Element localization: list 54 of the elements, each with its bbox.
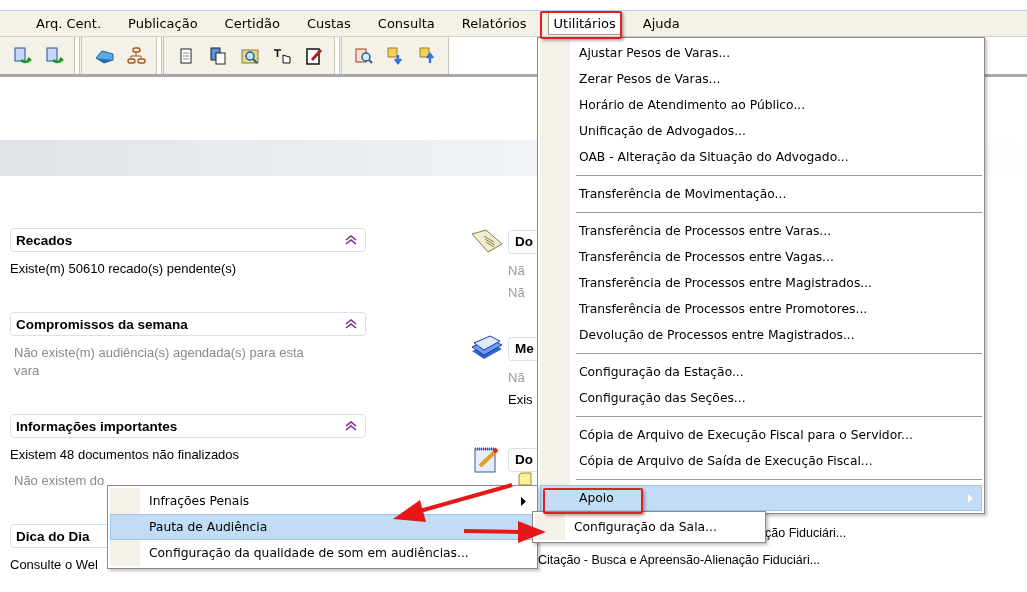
submenu-arrow-icon bbox=[521, 496, 526, 506]
panel-text: Existem 48 documentos não finalizados bbox=[10, 446, 240, 464]
menu-item[interactable]: Transferência de Processos entre Magistrados... bbox=[540, 270, 982, 296]
menu-bar-item[interactable]: Ajuda bbox=[636, 12, 686, 35]
menu-text: Citação - Busca e Apreensão-Alienação Fiduciári... bbox=[538, 553, 821, 567]
panel-title: Informações importantes bbox=[16, 418, 178, 434]
menu-item[interactable]: Unificação de Advogados... bbox=[540, 118, 982, 144]
menu-item[interactable]: Configuração da Estação... bbox=[540, 359, 982, 385]
menu-item[interactable]: Pauta de Audiência bbox=[110, 514, 535, 540]
menu-item[interactable]: Infrações Penais bbox=[110, 488, 535, 514]
menu-item[interactable]: Configuração da qualidade de som em audiências... bbox=[110, 540, 535, 566]
menu-item[interactable]: Horário de Atendimento ao Público... bbox=[540, 92, 982, 118]
menu-item[interactable]: Zerar Pesos de Varas... bbox=[540, 66, 982, 92]
menu-bar-item[interactable]: Utilitários bbox=[547, 12, 622, 35]
menu-item[interactable]: Configuração da Sala... bbox=[535, 514, 763, 540]
hierarchy-icon[interactable] bbox=[126, 45, 146, 66]
menu-bar-item[interactable]: Publicação bbox=[122, 12, 204, 35]
menu-item[interactable]: Transferência de Processos entre Varas... bbox=[540, 218, 982, 244]
menu-bar-item[interactable]: Consulta bbox=[371, 12, 441, 35]
document-arrow-icon[interactable] bbox=[12, 45, 32, 66]
panel-title: Dica do Dia bbox=[16, 528, 90, 544]
menu-item[interactable]: OAB - Alteração da Situação do Advogado... bbox=[540, 144, 982, 170]
panel-text: Não existem do bbox=[13, 472, 105, 490]
collapse-icon[interactable] bbox=[345, 421, 357, 431]
menu-bar-item[interactable]: Certidão bbox=[218, 12, 286, 35]
menu-item[interactable]: Transferência de Processos entre Vagas... bbox=[540, 244, 982, 270]
menu-bar-item[interactable]: Arq. Cent. bbox=[30, 12, 108, 35]
menu-item[interactable]: Configuração das Seções... bbox=[540, 385, 982, 411]
menu-item[interactable]: Cópia de Arquivo de Execução Fiscal para o Servidor... bbox=[540, 422, 982, 448]
menu-icon-column bbox=[535, 514, 565, 540]
panel-text: Nã bbox=[508, 264, 526, 278]
menu-item[interactable]: Transferência de Movimentação... bbox=[540, 181, 982, 207]
collapse-icon[interactable] bbox=[345, 235, 357, 245]
document-arrow-icon[interactable] bbox=[44, 45, 64, 66]
menu-item[interactable]: Transferência de Processos entre Promotores... bbox=[540, 296, 982, 322]
panel-text: Nã bbox=[508, 286, 526, 300]
menu-item[interactable]: Cópia de Arquivo de Saída de Execução Fiscal... bbox=[540, 448, 982, 474]
document-search-icon[interactable] bbox=[354, 45, 374, 66]
menu-text: ção Fiduciári... bbox=[765, 526, 847, 540]
panel-title: Recados bbox=[16, 232, 73, 248]
menu-item[interactable]: Devolução de Processos entre Magistrados... bbox=[540, 322, 982, 348]
panel-text: Exis bbox=[508, 393, 534, 407]
document-pen-icon[interactable] bbox=[304, 45, 324, 66]
collapse-icon[interactable] bbox=[345, 319, 357, 329]
panel-text: Existe(m) 50610 recado(s) pendente(s) bbox=[10, 260, 237, 278]
menu-bar-item[interactable]: Relatórios bbox=[455, 12, 533, 35]
submenu-arrow-icon bbox=[968, 493, 973, 503]
menu-item[interactable]: Apoio bbox=[540, 485, 982, 511]
panel-text: Nã bbox=[508, 371, 526, 385]
panel-text: Não existe(m) audiência(s) agendada(s) para esta vara bbox=[13, 344, 305, 380]
documents-icon[interactable] bbox=[208, 45, 228, 66]
menu-bar-item[interactable]: Custas bbox=[300, 12, 357, 35]
panel-title: Compromissos da semana bbox=[16, 316, 188, 332]
panel-text: Consulte o Wel bbox=[10, 556, 98, 574]
